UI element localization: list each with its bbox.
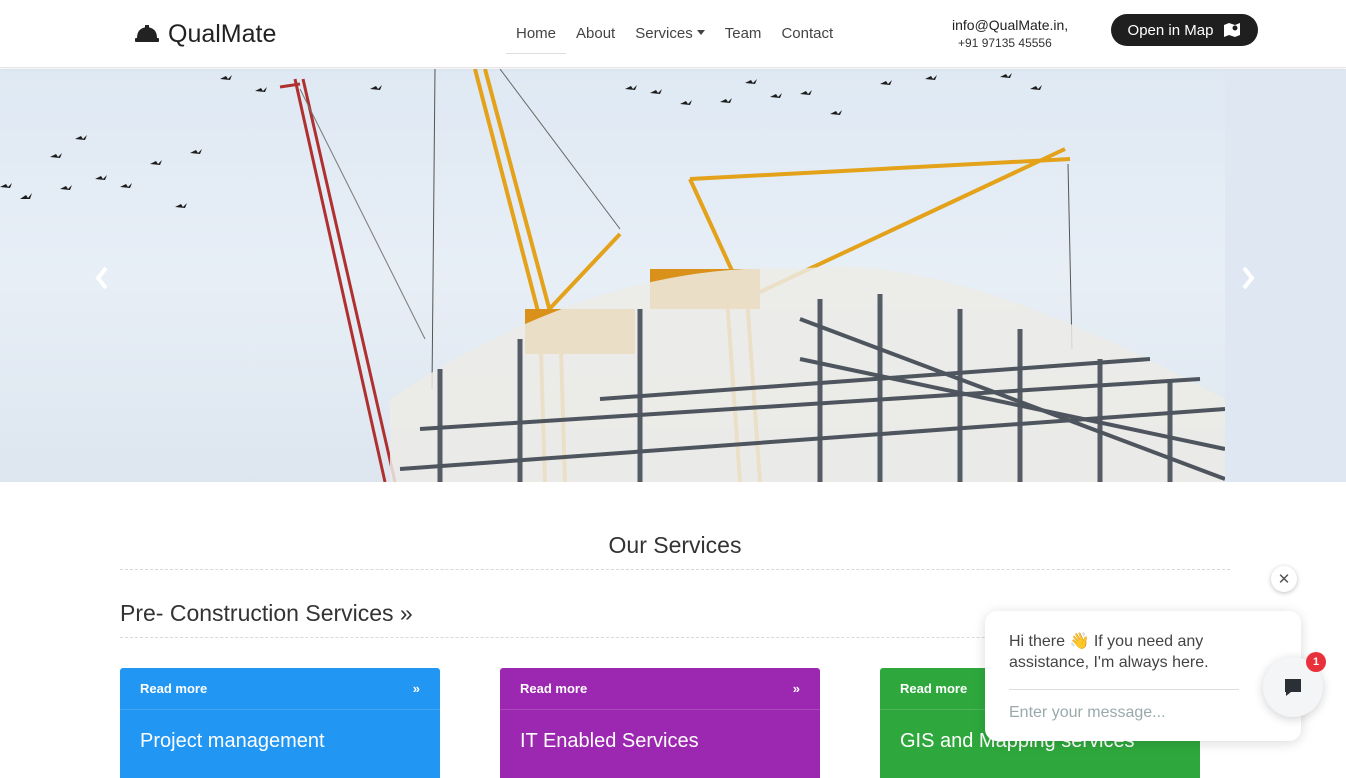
chevron-right-icon[interactable] — [1238, 264, 1258, 292]
hero-carousel — [0, 69, 1346, 482]
pre-construction-heading[interactable]: Pre- Construction Services » — [120, 600, 413, 627]
read-more-link[interactable]: Read more » — [120, 668, 440, 710]
open-in-map-label: Open in Map — [1127, 21, 1214, 39]
top-navbar: QualMate Home About Services Team Contac… — [0, 0, 1346, 68]
contact-email[interactable]: info@QualMate.in, — [952, 16, 1068, 34]
chat-greeting: Hi there 👋 If you need any assistance, I… — [1009, 633, 1209, 671]
nav-home[interactable]: Home — [506, 14, 567, 54]
double-chevron-right-icon: » — [412, 681, 420, 696]
chat-popup: Hi there 👋 If you need any assistance, I… — [985, 611, 1301, 741]
close-icon[interactable]: ✕ — [1271, 566, 1297, 592]
hard-hat-icon — [135, 25, 159, 42]
read-more-label: Read more — [520, 681, 588, 696]
map-icon — [1224, 23, 1241, 37]
read-more-link[interactable]: Read more » — [500, 668, 820, 710]
nav-about[interactable]: About — [566, 14, 625, 54]
nav-services[interactable]: Services — [625, 14, 715, 54]
main-nav: Home About Services Team Contact — [506, 14, 843, 54]
brand-logo[interactable]: QualMate — [134, 19, 276, 49]
open-in-map-button[interactable]: Open in Map — [1111, 14, 1258, 46]
nav-contact[interactable]: Contact — [771, 14, 843, 54]
nav-team[interactable]: Team — [715, 14, 772, 54]
red-crane — [279, 78, 397, 482]
service-card-title: IT Enabled Services — [520, 730, 699, 752]
read-more-label: Read more — [900, 681, 968, 696]
caret-down-icon — [696, 30, 705, 35]
chat-bubble-icon — [1285, 679, 1301, 696]
chevron-left-icon[interactable] — [92, 264, 112, 292]
services-heading: Our Services — [608, 532, 742, 558]
service-card-it-enabled: Read more » IT Enabled Services — [500, 668, 820, 778]
brand-name: QualMate — [168, 19, 277, 48]
service-card-project-management: Read more » Project management — [120, 668, 440, 778]
unread-badge: 1 — [1306, 652, 1326, 672]
birds — [0, 73, 1042, 208]
chat-message-input[interactable] — [1009, 704, 1249, 722]
contact-info: info@QualMate.in, +91 97135 45556 — [952, 16, 1068, 52]
hero-image — [0, 69, 1346, 482]
contact-phone[interactable]: +91 97135 45556 — [958, 34, 1068, 52]
read-more-label: Read more — [140, 681, 208, 696]
nav-services-label: Services — [635, 25, 693, 42]
divider — [120, 569, 1230, 570]
chat-divider — [1009, 689, 1239, 690]
service-card-title: Project management — [140, 730, 325, 752]
double-chevron-right-icon: » — [792, 681, 800, 696]
